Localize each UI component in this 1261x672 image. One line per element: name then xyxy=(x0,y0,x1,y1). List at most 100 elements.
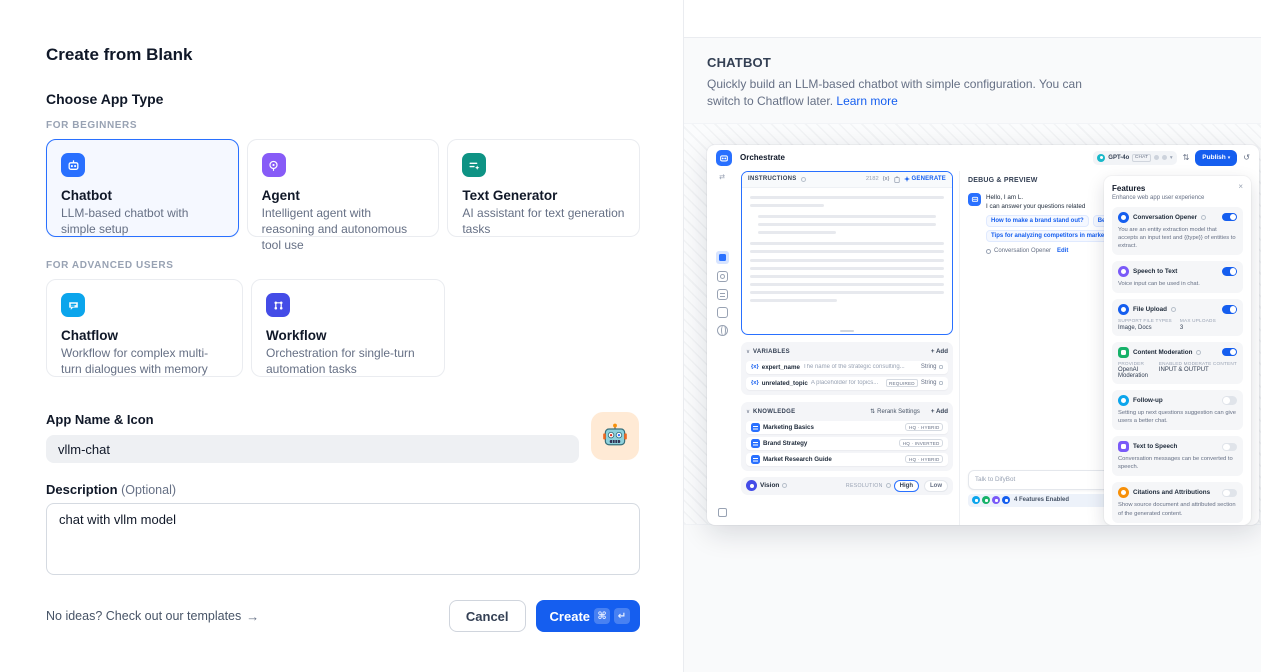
app-type-name: Workflow xyxy=(266,328,430,343)
templates-link[interactable]: No ideas? Check out our templates → xyxy=(46,609,259,624)
dataset-icon xyxy=(751,439,760,448)
docs-nav-icon xyxy=(717,307,728,318)
toggle-switch xyxy=(1222,348,1237,357)
retrieval-badge: HQ · HYBRID xyxy=(905,423,943,432)
feature-item: Content Moderation PROVIDEROpenAI Modera… xyxy=(1112,342,1243,385)
chevron-down-icon: ∨ xyxy=(746,409,750,415)
page-title: Create from Blank xyxy=(46,45,640,65)
text-to-speech-icon xyxy=(1118,441,1129,452)
resize-handle xyxy=(840,330,854,332)
workflow-icon xyxy=(266,293,290,317)
suggestion-chip: Tips for analyzing competitors in market xyxy=(986,230,1111,242)
conversation-opener-icon xyxy=(1118,212,1129,223)
edit-link: Edit xyxy=(1057,248,1068,254)
feature-dot-icon xyxy=(982,496,990,504)
app-name-label: App Name & Icon xyxy=(46,412,640,427)
instructions-panel: INSTRUCTIONS 2182 {x} GENERATE xyxy=(741,171,953,335)
text-generator-icon xyxy=(462,153,486,177)
info-icon xyxy=(801,177,806,182)
app-type-card-chatbot[interactable]: Chatbot LLM-based chatbot with simple se… xyxy=(46,139,239,237)
sliders-icon: ⇅ xyxy=(1183,154,1190,162)
variable-icon: {x} xyxy=(751,364,759,370)
app-type-card-text-generator[interactable]: Text Generator AI assistant for text gen… xyxy=(447,139,640,237)
variables-card: ∨ VARIABLES + Add {x} expert_name The na… xyxy=(741,342,953,395)
cancel-button[interactable]: Cancel xyxy=(449,600,526,632)
for-advanced-users-label: FOR ADVANCED USERS xyxy=(46,260,640,271)
gear-icon xyxy=(986,249,991,254)
app-name-block: App Name & Icon xyxy=(46,412,640,463)
cmd-key-icon: ⌘ xyxy=(594,608,610,624)
chat-input-mock: Talk to DifyBot xyxy=(968,470,1118,490)
feature-item: Follow-up Setting up next questions sugg… xyxy=(1112,390,1243,430)
add-knowledge-button: + Add xyxy=(931,408,948,415)
settings-nav-icon xyxy=(718,508,727,517)
orchestrate-nav-icon xyxy=(716,251,729,264)
feature-item: File Upload SUPPORT FILE TYPESImage, Doc… xyxy=(1112,299,1243,336)
top-strip xyxy=(684,0,1261,38)
instructions-title: INSTRUCTIONS xyxy=(748,176,797,182)
preview-screenshot-area: Orchestrate GPT-4o CHAT ▾ ⇅ Publish xyxy=(684,123,1261,525)
feature-dot-icon xyxy=(972,496,980,504)
model-mini-icon xyxy=(1162,155,1167,160)
retrieval-badge: HQ · HYBRID xyxy=(905,455,943,464)
logs-nav-icon xyxy=(717,289,728,300)
create-button[interactable]: Create ⌘ ↵ xyxy=(536,600,640,632)
toggle-switch xyxy=(1222,443,1237,452)
mock-app-title: Orchestrate xyxy=(740,153,785,162)
mock-sidebar: ⇄ xyxy=(707,171,737,525)
app-type-card-agent[interactable]: Agent Intelligent agent with reasoning a… xyxy=(247,139,440,237)
conversation-opener-row: Conversation Opener Edit xyxy=(986,248,1114,254)
feature-item: Text to Speech Conversation messages can… xyxy=(1112,436,1243,476)
knowledge-row: Brand Strategy HQ · INVERTED xyxy=(746,437,948,450)
token-count: 2182 xyxy=(866,176,879,182)
speech-to-text-icon xyxy=(1118,266,1129,277)
vision-eye-icon xyxy=(746,480,757,491)
app-type-name: Chatbot xyxy=(61,188,224,203)
mock-config-column: INSTRUCTIONS 2182 {x} GENERATE xyxy=(741,171,953,525)
mock-header: Orchestrate GPT-4o CHAT ▾ ⇅ Publish xyxy=(707,145,1259,171)
variable-icon: {x} xyxy=(751,380,759,386)
knowledge-card: ∨ KNOWLEDGE ⇅Rerank Settings + Add Marke… xyxy=(741,402,953,471)
info-icon xyxy=(782,483,787,488)
chevron-down-icon: ▾ xyxy=(1228,155,1231,161)
mock-app-icon xyxy=(716,150,732,166)
info-icon xyxy=(1201,215,1206,220)
resolution-low-option: Low xyxy=(924,480,948,492)
app-type-card-chatflow[interactable]: Chatflow Workflow for complex multi-turn… xyxy=(46,279,243,377)
app-icon-picker[interactable] xyxy=(591,412,639,460)
variables-title: VARIABLES xyxy=(753,349,790,355)
gear-icon xyxy=(939,365,944,370)
knowledge-title: KNOWLEDGE xyxy=(753,409,795,415)
preview-heading: CHATBOT xyxy=(707,55,1221,70)
swap-icon: ⇄ xyxy=(719,173,725,181)
model-provider-icon xyxy=(1097,154,1105,162)
info-icon xyxy=(1171,307,1176,312)
app-type-name: Chatflow xyxy=(61,328,228,343)
gear-icon xyxy=(939,381,944,386)
bot-avatar xyxy=(968,193,981,206)
learn-more-link[interactable]: Learn more xyxy=(836,94,897,108)
preview-description: Quickly build an LLM-based chatbot with … xyxy=(707,76,1107,110)
info-icon xyxy=(1196,350,1201,355)
variable-row: {x} expert_name The name of the strategi… xyxy=(746,361,948,374)
model-mode-badge: CHAT xyxy=(1132,154,1151,162)
citations-icon xyxy=(1118,487,1129,498)
close-icon: × xyxy=(1238,183,1243,191)
variable-row: {x} unrelated_topic A placeholder for to… xyxy=(746,377,948,390)
content-moderation-icon xyxy=(1118,347,1129,358)
generate-button: GENERATE xyxy=(904,176,947,182)
description-textarea[interactable] xyxy=(46,503,640,575)
model-name: GPT-4o xyxy=(1108,155,1129,161)
toggle-switch xyxy=(1222,267,1237,276)
choose-app-type-label: Choose App Type xyxy=(46,91,640,107)
rerank-settings-button: ⇅Rerank Settings xyxy=(870,408,920,415)
toggle-switch xyxy=(1222,213,1237,222)
app-type-card-workflow[interactable]: Workflow Orchestration for single-turn a… xyxy=(251,279,445,377)
preview-panel: CHATBOT Quickly build an LLM-based chatb… xyxy=(683,0,1261,672)
create-form-panel: Create from Blank Choose App Type FOR BE… xyxy=(0,0,683,672)
follow-up-icon xyxy=(1118,395,1129,406)
app-name-input[interactable] xyxy=(46,435,579,463)
app-type-name: Agent xyxy=(262,188,425,203)
app-type-desc: Orchestration for single-turn automation… xyxy=(266,345,430,377)
variable-icon: {x} xyxy=(883,176,890,182)
